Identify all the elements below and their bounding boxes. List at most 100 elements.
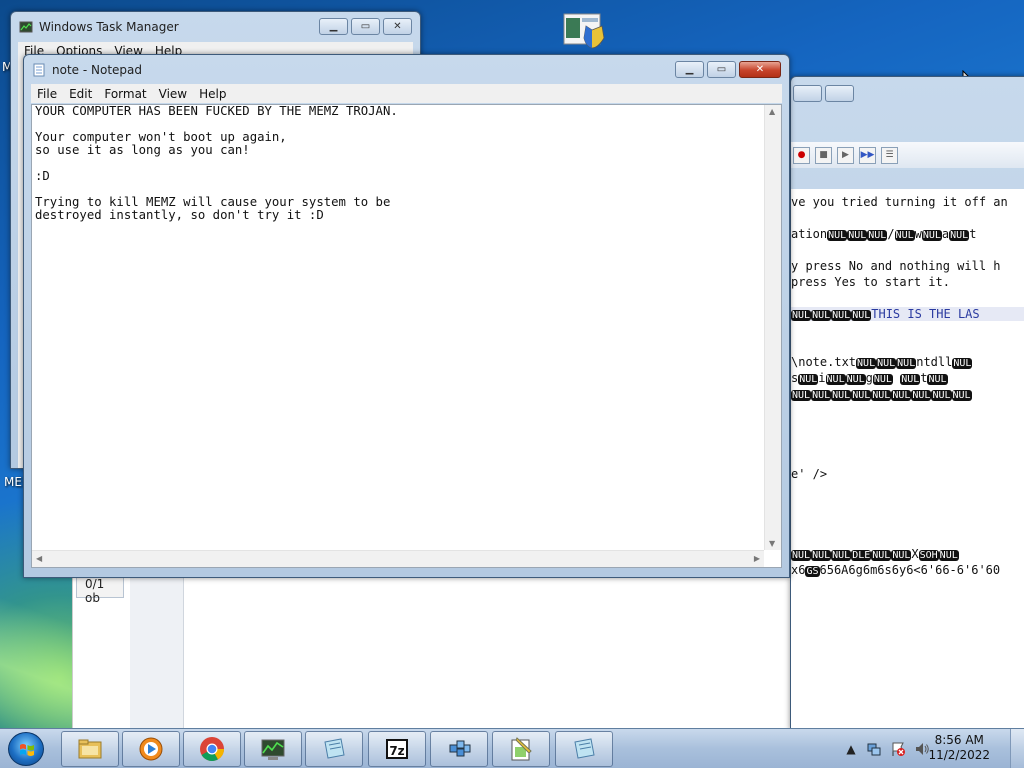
control-char-badge: NUL bbox=[791, 550, 812, 561]
chrome-icon bbox=[200, 737, 224, 762]
control-char-badge: NUL bbox=[921, 230, 942, 241]
notepad-menubar: File Edit Format View Help bbox=[31, 84, 782, 103]
notepad-editor[interactable]: YOUR COMPUTER HAS BEEN FUCKED BY THE MEM… bbox=[31, 104, 782, 568]
control-char-badge: NUL bbox=[952, 358, 973, 369]
minimize-icon: ▁ bbox=[329, 21, 338, 32]
menu-format[interactable]: Format bbox=[98, 87, 152, 101]
scroll-up-icon[interactable]: ▲ bbox=[769, 107, 775, 116]
task-manager-titlebar[interactable]: Windows Task Manager ▁ ▭ ✕ bbox=[11, 12, 420, 42]
control-char-badge: NUL bbox=[896, 358, 917, 369]
play-button[interactable]: ▶ bbox=[837, 146, 854, 164]
control-char-badge: NUL bbox=[811, 550, 832, 561]
scroll-right-icon[interactable]: ▶ bbox=[754, 554, 760, 563]
hex-line: ationNUL NUL NUL/NULwNULaNULt bbox=[791, 227, 977, 241]
control-char-badge: NUL bbox=[927, 374, 948, 385]
taskbar-registry-editor[interactable] bbox=[430, 731, 488, 767]
start-button[interactable] bbox=[8, 732, 44, 766]
stop-icon: ■ bbox=[819, 150, 828, 160]
close-button[interactable]: ✕ bbox=[739, 61, 781, 78]
hex-minimize-button[interactable] bbox=[793, 85, 822, 102]
control-char-badge: NUL bbox=[891, 390, 912, 401]
close-button[interactable]: ✕ bbox=[383, 18, 412, 35]
control-char-badge: NUL bbox=[949, 230, 970, 241]
control-char-badge: NUL bbox=[791, 310, 812, 321]
play-fast-button[interactable]: ▶▶ bbox=[859, 146, 876, 164]
control-char-badge: NUL bbox=[871, 390, 892, 401]
close-icon: ✕ bbox=[393, 21, 402, 32]
menu-file[interactable]: File bbox=[31, 87, 63, 101]
minimize-button[interactable]: ▁ bbox=[319, 18, 348, 35]
taskbar-notepad-2[interactable] bbox=[555, 731, 613, 767]
notepad-icon bbox=[574, 738, 595, 759]
control-char-badge: NUL bbox=[938, 550, 959, 561]
taskbar: 7z ▲ 8:56 AM 11/2/2022 bbox=[0, 728, 1024, 768]
fast-forward-icon: ▶▶ bbox=[860, 150, 875, 160]
control-char-badge: NUL bbox=[876, 358, 897, 369]
minimize-button[interactable]: ▁ bbox=[675, 61, 704, 78]
action-center-flag-icon[interactable] bbox=[890, 741, 906, 757]
show-desktop-button[interactable] bbox=[1010, 729, 1024, 768]
control-char-badge: NUL bbox=[851, 390, 872, 401]
horizontal-scrollbar[interactable]: ◀ ▶ bbox=[32, 550, 764, 567]
svg-text:7z: 7z bbox=[389, 744, 404, 758]
notepad-window[interactable]: note - Notepad ▁ ▭ ✕ File Edit Format Vi… bbox=[23, 54, 790, 578]
shield-window-icon bbox=[563, 13, 605, 49]
windows-logo-icon bbox=[20, 744, 34, 756]
maximize-button[interactable]: ▭ bbox=[707, 61, 736, 78]
task-manager-icon bbox=[261, 739, 285, 760]
stop-button[interactable]: ■ bbox=[815, 146, 832, 164]
network-icon[interactable] bbox=[866, 741, 882, 757]
taskbar-explorer[interactable] bbox=[61, 731, 119, 767]
control-char-badge: NUL bbox=[847, 230, 868, 241]
control-char-badge: GS bbox=[805, 566, 820, 577]
hex-line: e' /> bbox=[791, 467, 828, 481]
hex-line: press Yes to start it. bbox=[791, 275, 950, 289]
menu-view[interactable]: View bbox=[153, 87, 193, 101]
control-char-badge: NUL bbox=[867, 230, 888, 241]
show-hidden-icons-button[interactable]: ▲ bbox=[843, 741, 859, 757]
play-icon: ▶ bbox=[842, 150, 849, 160]
task-manager-title: Windows Task Manager bbox=[39, 20, 179, 34]
taskbar-task-manager[interactable] bbox=[244, 731, 302, 767]
hex-editor-toolbar: ● ■ ▶ ▶▶ ☰ bbox=[791, 142, 1024, 168]
taskbar-media-player[interactable] bbox=[122, 731, 180, 767]
close-icon: ✕ bbox=[755, 64, 765, 75]
control-char-badge: NUL bbox=[851, 310, 872, 321]
desktop-shortcut-icon[interactable] bbox=[562, 12, 606, 50]
hex-maximize-button[interactable] bbox=[825, 85, 854, 102]
maximize-button[interactable]: ▭ bbox=[351, 18, 380, 35]
registry-editor-icon bbox=[449, 740, 471, 757]
taskbar-7zip[interactable]: 7z bbox=[368, 731, 426, 767]
control-char-badge: NUL bbox=[931, 390, 952, 401]
record-button[interactable]: ● bbox=[793, 146, 810, 164]
taskbar-chrome[interactable] bbox=[183, 731, 241, 767]
control-char-badge: SOH bbox=[918, 550, 939, 561]
hex-line: y press No and nothing will h bbox=[791, 259, 1001, 273]
hex-editor-content[interactable]: ve you tried turning it off an ationNUL N… bbox=[791, 189, 1024, 729]
control-char-badge: NUL bbox=[827, 230, 848, 241]
control-char-badge: NUL bbox=[791, 390, 812, 401]
scroll-down-icon[interactable]: ▼ bbox=[769, 539, 775, 548]
macro-list-button[interactable]: ☰ bbox=[881, 146, 898, 164]
control-char-badge: NUL bbox=[831, 310, 852, 321]
hex-line: NUL NUL NUL NUL NUL NUL NUL NUL NUL bbox=[791, 387, 1024, 401]
hex-line: x6GS656A6g6m6s6y6<6'66-6'6'60 bbox=[791, 563, 1001, 577]
minimize-icon: ▁ bbox=[685, 64, 694, 75]
taskbar-notepad-plus[interactable] bbox=[492, 731, 550, 767]
hex-editor-window[interactable]: ● ■ ▶ ▶▶ ☰ ve you tried turning it off a… bbox=[790, 76, 1024, 730]
menu-help[interactable]: Help bbox=[193, 87, 232, 101]
vertical-scrollbar[interactable]: ▲ ▼ bbox=[764, 105, 781, 550]
control-char-badge: NUL bbox=[891, 550, 912, 561]
taskbar-notepad[interactable] bbox=[305, 731, 363, 767]
scroll-left-icon[interactable]: ◀ bbox=[36, 554, 42, 563]
taskbar-clock[interactable]: 8:56 AM 11/2/2022 bbox=[928, 733, 990, 763]
control-char-badge: DLE bbox=[851, 550, 872, 561]
notepad-text[interactable]: YOUR COMPUTER HAS BEEN FUCKED BY THE MEM… bbox=[35, 105, 761, 547]
notepad-titlebar[interactable]: note - Notepad ▁ ▭ ✕ bbox=[24, 55, 789, 85]
chevron-up-icon: ▲ bbox=[846, 742, 856, 756]
hex-line: NUL NUL NUL DLE NUL NULXSOH NUL bbox=[791, 547, 959, 561]
menu-edit[interactable]: Edit bbox=[63, 87, 98, 101]
hex-line-highlighted: NUL NUL NUL NULTHIS IS THE LAS bbox=[791, 307, 1024, 321]
hex-line: sNULiNUL NULgNUL NULtNUL bbox=[791, 371, 948, 385]
control-char-badge: NUL bbox=[856, 358, 877, 369]
